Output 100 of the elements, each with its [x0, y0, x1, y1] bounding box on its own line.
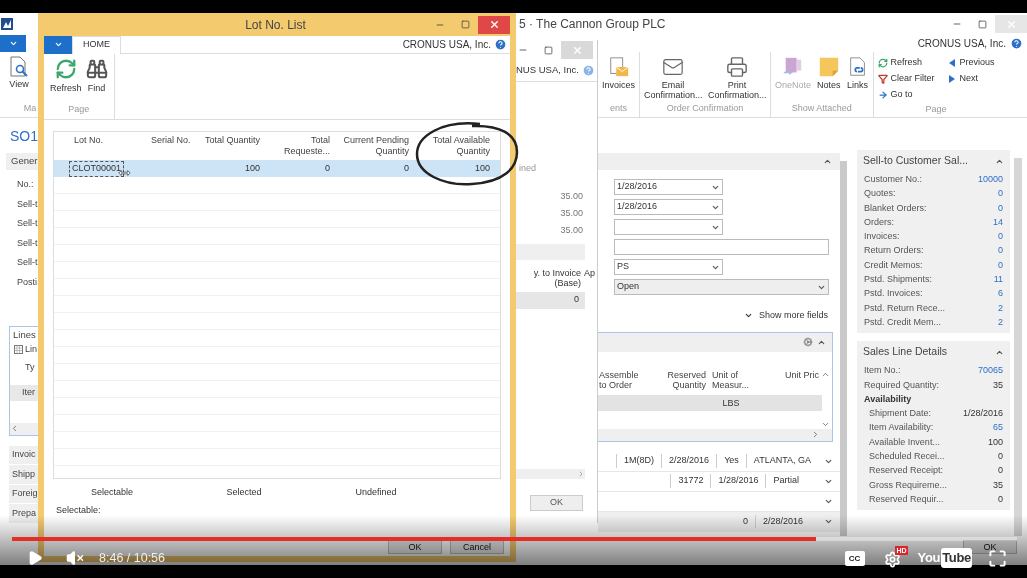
- close-button[interactable]: [478, 15, 510, 34]
- column-header: Assemble to Order: [598, 369, 640, 392]
- dropdown-field[interactable]: 1/28/2016: [614, 179, 723, 195]
- legend-label: Undefined: [354, 486, 398, 499]
- company-name: NUS USA, Inc.: [516, 63, 579, 78]
- ribbon-button[interactable]: Notes: [817, 56, 841, 102]
- ribbon-small-button[interactable]: Refresh: [877, 55, 935, 71]
- factbox-link[interactable]: 6: [998, 286, 1003, 301]
- factbox-link[interactable]: 70065: [977, 363, 1003, 378]
- table-cell-text: 100: [244, 161, 260, 175]
- table-cell: ATLANTA, GA: [745, 454, 818, 468]
- section-title: Foreig: [12, 487, 38, 501]
- help-icon[interactable]: [582, 64, 595, 77]
- company-name: CRONUS USA, Inc.: [917, 37, 1006, 51]
- factbox-link[interactable]: 0: [998, 186, 1003, 201]
- scrollbar[interactable]: [1014, 158, 1022, 536]
- factbox-heading: Availability: [863, 392, 913, 406]
- factbox-link[interactable]: 10000: [977, 172, 1003, 187]
- show-more-link[interactable]: Show more fields: [758, 309, 828, 323]
- printer-icon: [726, 56, 749, 78]
- table-cell: 31772: [670, 474, 711, 488]
- field-label: Selectable:: [56, 503, 102, 517]
- amount-value: 35.00: [559, 206, 583, 220]
- help-icon[interactable]: [1010, 37, 1023, 50]
- ribbon-group-label: Order Confirmation: [665, 101, 745, 115]
- status-dropdown[interactable]: Open: [614, 279, 829, 295]
- legend-label: Selected: [225, 486, 263, 499]
- view-button[interactable]: View: [9, 56, 29, 92]
- ribbon-small-button[interactable]: Next: [946, 71, 995, 87]
- fullscreen-button[interactable]: [988, 548, 1007, 568]
- ribbon-button[interactable]: Email Confirmation...: [644, 56, 703, 102]
- column-header: Ap: [583, 267, 595, 280]
- factbox-label: Pstd. Return Rece...: [864, 301, 946, 315]
- chevron-down-icon: [53, 40, 63, 49]
- scroll-right-icon[interactable]: [577, 470, 585, 478]
- ribbon-group-label: Page: [67, 102, 91, 116]
- factbox-link[interactable]: 14: [993, 214, 1003, 230]
- factbox-link[interactable]: 0: [998, 200, 1003, 215]
- triangle-right-icon: [946, 74, 957, 84]
- ribbon-button[interactable]: Invoices: [602, 56, 636, 102]
- toolbar-label: Lin: [25, 342, 37, 356]
- dropdown-field[interactable]: [614, 219, 723, 235]
- table-row[interactable]: CLOT00001 100 0 0 100: [54, 160, 500, 177]
- factbox-label: Invoices:: [864, 230, 900, 244]
- factbox-value: 0: [998, 492, 1003, 506]
- refresh-icon: [877, 58, 888, 68]
- ribbon-tab[interactable]: HOME: [72, 35, 121, 54]
- ribbon-button[interactable]: Print Confirmation...: [708, 56, 767, 102]
- scrollbar[interactable]: [840, 161, 847, 536]
- ribbon-button[interactable]: Links: [846, 56, 869, 102]
- page-heading: SO1: [10, 127, 38, 145]
- maximize-icon[interactable]: [978, 19, 987, 29]
- scroll-right-icon[interactable]: [811, 430, 820, 439]
- table-cell-text: 0: [404, 161, 409, 175]
- ribbon-small-button[interactable]: Go to: [877, 87, 935, 103]
- arrow-right-icon: [877, 90, 888, 100]
- progress-track[interactable]: [12, 537, 1017, 541]
- gear-icon[interactable]: [803, 337, 813, 347]
- mute-button[interactable]: [65, 549, 85, 567]
- ribbon-small-button[interactable]: Previous: [946, 55, 995, 71]
- window-title: Lot No. List: [244, 16, 307, 34]
- binoculars-icon: [85, 58, 108, 80]
- section-title: Shipp: [12, 467, 36, 481]
- factbox-label: Blanket Orders:: [864, 201, 927, 215]
- dropdown-field[interactable]: PS: [614, 259, 723, 275]
- factbox-label: Shipment Date:: [869, 407, 932, 421]
- ribbon-small-button[interactable]: Clear Filter: [877, 71, 935, 87]
- factbox-link[interactable]: 0: [998, 229, 1003, 244]
- help-icon[interactable]: [494, 38, 507, 51]
- factbox-link[interactable]: 2: [998, 300, 1003, 315]
- section-title: Gener: [11, 154, 38, 169]
- maximize-icon[interactable]: [461, 20, 470, 29]
- section-title: Invoic: [12, 448, 36, 462]
- app-menu-button[interactable]: [44, 35, 72, 54]
- field-label: No.:: [17, 178, 35, 191]
- maximize-icon[interactable]: [544, 45, 553, 55]
- factbox-link[interactable]: 11: [993, 272, 1003, 287]
- factbox-link[interactable]: 65: [993, 420, 1003, 435]
- ribbon-group-label: Page: [924, 103, 948, 116]
- ok-button[interactable]: OK: [530, 495, 583, 511]
- text-field[interactable]: [614, 239, 829, 255]
- ribbon-button[interactable]: Refresh: [50, 58, 82, 96]
- factbox-link[interactable]: 2: [998, 314, 1003, 330]
- column-header: y. to Invoice (Base): [532, 267, 581, 288]
- app-menu-button[interactable]: [0, 35, 26, 52]
- table-cell: 1/28/2016: [710, 474, 766, 488]
- chevron-down-icon: [8, 39, 18, 48]
- factbox-value: 0: [998, 464, 1003, 478]
- scroll-left-icon[interactable]: [10, 424, 19, 434]
- factbox-label: Reserved Receipt:: [869, 464, 944, 478]
- company-name: CRONUS USA, Inc.: [402, 38, 491, 52]
- sticky-note-icon: [817, 56, 840, 78]
- factbox-link[interactable]: 0: [998, 257, 1003, 273]
- play-button[interactable]: [27, 549, 43, 567]
- column-header: Unit Pric: [784, 369, 819, 382]
- ribbon-button[interactable]: Find: [85, 58, 108, 96]
- factbox-value: 35: [993, 378, 1003, 392]
- factbox-label: Item No.:: [864, 364, 901, 378]
- dropdown-field[interactable]: 1/28/2016: [614, 199, 723, 215]
- factbox-link[interactable]: 0: [998, 243, 1003, 258]
